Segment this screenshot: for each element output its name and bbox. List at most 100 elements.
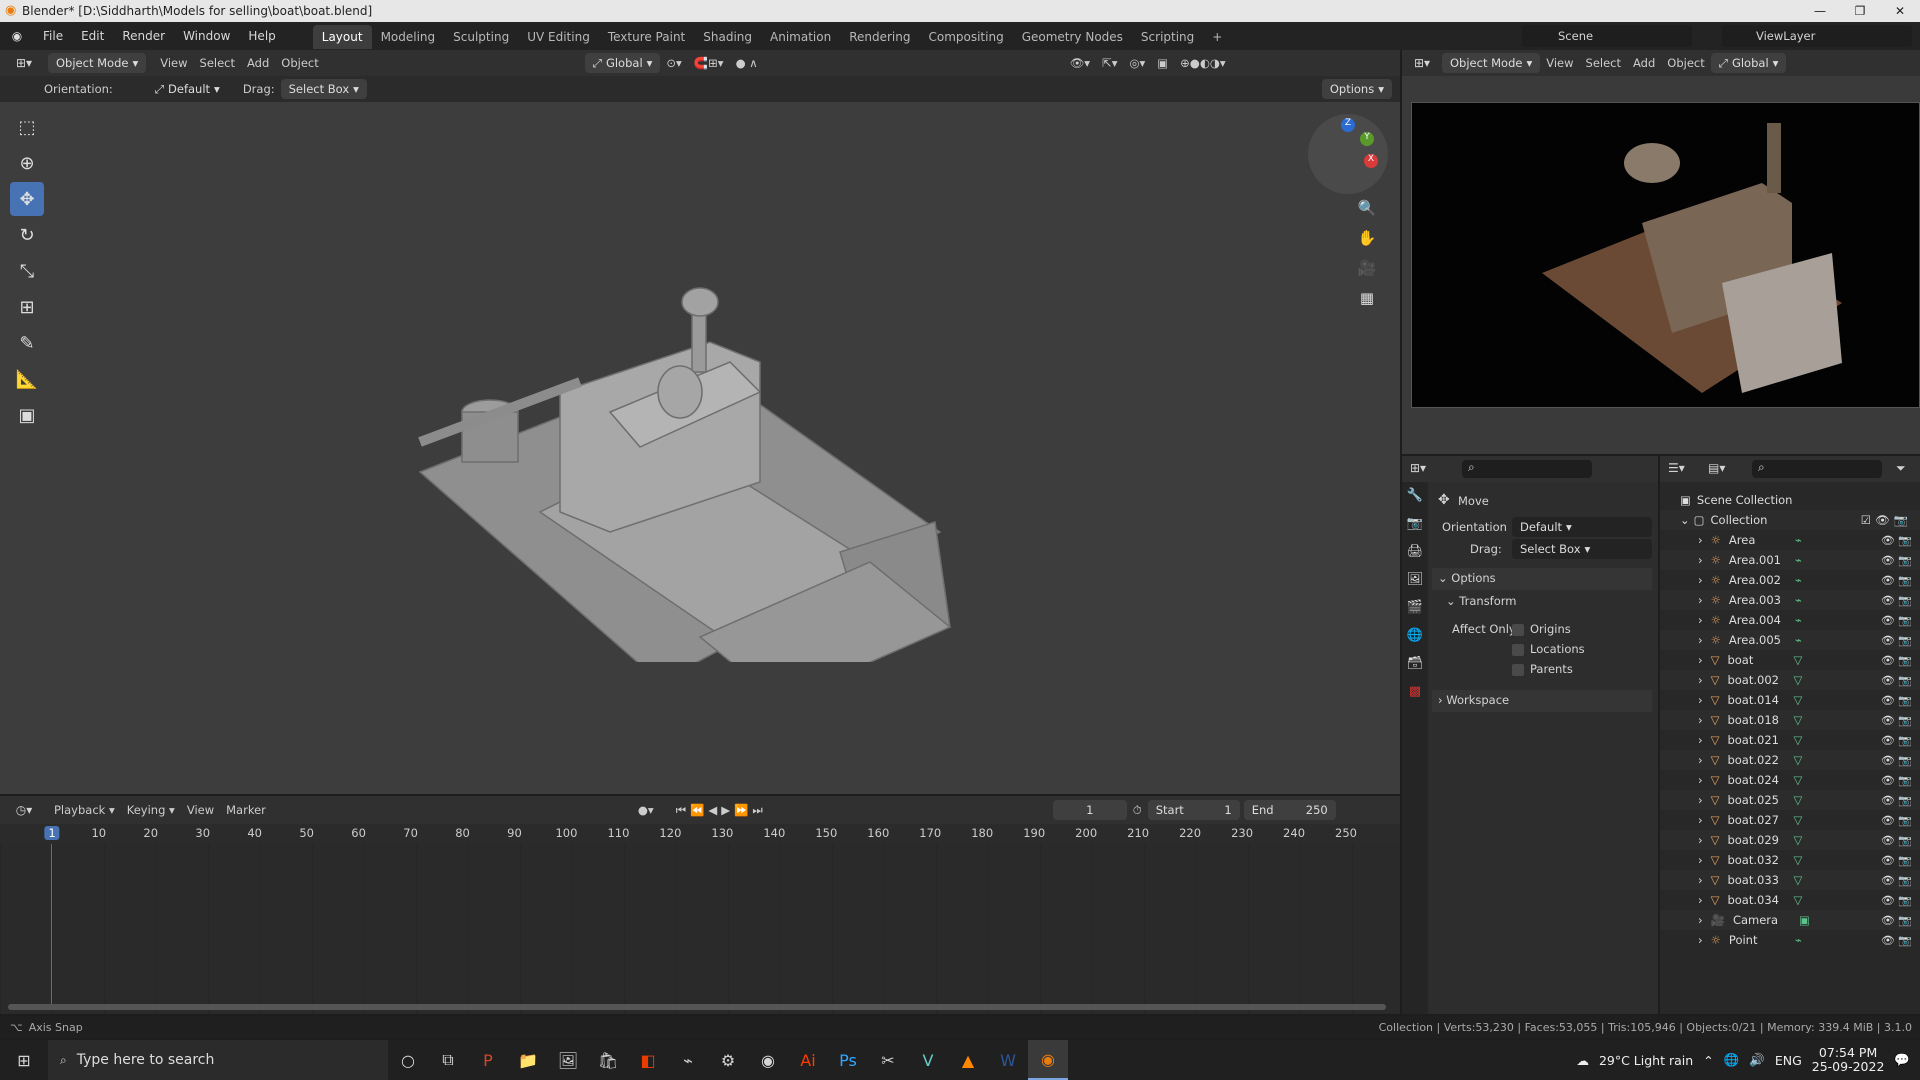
- mesh-data-icon[interactable]: ▽: [1793, 653, 1802, 667]
- outliner-item[interactable]: › ▽ boat ▽ 👁 📷: [1660, 650, 1920, 670]
- timeline-scrollbar[interactable]: [8, 1004, 1386, 1010]
- blender-taskbar-icon[interactable]: ◉: [1028, 1040, 1068, 1080]
- render-menu-add[interactable]: Add: [1627, 56, 1661, 70]
- menu-playback[interactable]: Playback ▾: [48, 803, 121, 817]
- network-icon[interactable]: 🌐: [1724, 1052, 1740, 1068]
- menu-window[interactable]: Window: [174, 22, 239, 50]
- outliner-item[interactable]: › ☼ Area.005 ⌁ 👁 📷: [1660, 630, 1920, 650]
- expand-chevron-icon[interactable]: ›: [1698, 753, 1703, 767]
- mesh-data-icon[interactable]: ▽: [1793, 713, 1802, 727]
- tab-layout[interactable]: Layout: [312, 25, 372, 49]
- playhead[interactable]: [51, 844, 52, 1004]
- close-icon[interactable]: ✕: [1880, 0, 1920, 22]
- 3d-viewport[interactable]: Z Y X 🔍 ✋ 🎥 ▦: [0, 102, 1400, 794]
- light-data-icon[interactable]: ⌁: [1795, 613, 1802, 627]
- collection-row[interactable]: ⌄ ▢ Collection ☑👁📷: [1660, 510, 1920, 530]
- menu-render[interactable]: Render: [113, 22, 174, 50]
- visibility-toggle-icons[interactable]: 👁 📷: [1881, 654, 1912, 667]
- cortana-icon[interactable]: ○: [388, 1040, 428, 1080]
- outliner-item[interactable]: › ▽ boat.021 ▽ 👁 📷: [1660, 730, 1920, 750]
- collection-tab-icon[interactable]: 🗃: [1402, 650, 1428, 678]
- start-windows-icon[interactable]: ⊞: [0, 1040, 48, 1080]
- view-layer-tab-icon[interactable]: 🖼: [1402, 566, 1428, 594]
- visibility-toggle-icons[interactable]: 👁 📷: [1881, 814, 1912, 827]
- collection-visibility-icons[interactable]: ☑👁📷: [1861, 513, 1912, 527]
- tab-scripting[interactable]: Scripting: [1132, 25, 1203, 49]
- notifications-icon[interactable]: 💬: [1894, 1052, 1910, 1068]
- visibility-toggle-icons[interactable]: 👁 📷: [1881, 834, 1912, 847]
- add-cube-icon[interactable]: ▣: [10, 398, 44, 432]
- expand-chevron-icon[interactable]: ›: [1698, 873, 1703, 887]
- tab-shading[interactable]: Shading: [694, 25, 761, 49]
- properties-search-input[interactable]: ⌕: [1462, 460, 1592, 478]
- light-data-icon[interactable]: ⌁: [1795, 573, 1802, 587]
- visibility-toggle-icons[interactable]: 👁 📷: [1881, 854, 1912, 867]
- tab-texture-paint[interactable]: Texture Paint: [599, 25, 694, 49]
- outliner-item[interactable]: › ☼ Area.001 ⌁ 👁 📷: [1660, 550, 1920, 570]
- office-icon[interactable]: ◧: [628, 1040, 668, 1080]
- outliner-item[interactable]: › ▽ boat.018 ▽ 👁 📷: [1660, 710, 1920, 730]
- add-workspace-icon[interactable]: +: [1203, 25, 1231, 49]
- visibility-toggle-icons[interactable]: 👁 📷: [1881, 634, 1912, 647]
- menu-file[interactable]: File: [34, 22, 72, 50]
- orientation-dropdown[interactable]: Default ▾: [1512, 517, 1652, 537]
- orientation-dropdown[interactable]: ⤢ Default ▾: [146, 79, 237, 99]
- weather-text[interactable]: 29°C Light rain: [1599, 1053, 1693, 1068]
- view-layer-selector[interactable]: ViewLayer: [1722, 25, 1912, 47]
- output-tab-icon[interactable]: 🖨: [1402, 538, 1428, 566]
- powerpoint-icon[interactable]: P: [468, 1040, 508, 1080]
- menu-view[interactable]: View: [154, 56, 193, 70]
- transform-orientation-selector[interactable]: ⤢ Global ▾: [584, 53, 661, 73]
- menu-timeline-view[interactable]: View: [181, 803, 220, 817]
- light-data-icon[interactable]: ⌁: [1795, 593, 1802, 607]
- expand-chevron-icon[interactable]: ›: [1698, 913, 1703, 927]
- expand-chevron-icon[interactable]: ›: [1698, 593, 1703, 607]
- outliner-item[interactable]: › ▽ boat.034 ▽ 👁 📷: [1660, 890, 1920, 910]
- expand-chevron-icon[interactable]: ›: [1698, 633, 1703, 647]
- visibility-toggle-icons[interactable]: 👁 📷: [1881, 694, 1912, 707]
- overlay-toggle-icon[interactable]: ◎▾: [1123, 56, 1151, 70]
- timeline-editor-icon[interactable]: ◷▾: [0, 803, 48, 817]
- outliner-item[interactable]: › ▽ boat.025 ▽ 👁 📷: [1660, 790, 1920, 810]
- visibility-icon[interactable]: 👁▾: [1064, 56, 1096, 70]
- photoshop-icon[interactable]: Ps: [828, 1040, 868, 1080]
- light-data-icon[interactable]: ⌁: [1795, 553, 1802, 567]
- drag-dropdown[interactable]: Select Box ▾: [1512, 539, 1652, 559]
- menu-help[interactable]: Help: [239, 22, 284, 50]
- mesh-data-icon[interactable]: ▽: [1793, 693, 1802, 707]
- scene-collection-row[interactable]: ▣ Scene Collection: [1660, 490, 1920, 510]
- transform-tool-icon[interactable]: ⊞: [10, 290, 44, 324]
- outliner-editor-icon[interactable]: ☰▾: [1668, 461, 1685, 475]
- mode-selector[interactable]: Object Mode ▾: [48, 53, 147, 73]
- photos-icon[interactable]: 🖼: [548, 1040, 588, 1080]
- render-menu-view[interactable]: View: [1540, 56, 1579, 70]
- file-explorer-icon[interactable]: 📁: [508, 1040, 548, 1080]
- light-data-icon[interactable]: ⌁: [1795, 633, 1802, 647]
- visibility-toggle-icons[interactable]: 👁 📷: [1881, 794, 1912, 807]
- mesh-data-icon[interactable]: ▽: [1793, 773, 1802, 787]
- render-mode-selector[interactable]: Object Mode ▾: [1442, 53, 1541, 73]
- app-icon-3[interactable]: ✂: [868, 1040, 908, 1080]
- tab-sculpting[interactable]: Sculpting: [444, 25, 518, 49]
- taskbar-search-box[interactable]: ⌕ Type here to search: [48, 1040, 388, 1080]
- expand-chevron-icon[interactable]: ›: [1698, 893, 1703, 907]
- scene-selector[interactable]: Scene: [1522, 25, 1692, 47]
- menu-marker[interactable]: Marker: [220, 803, 272, 817]
- menu-keying[interactable]: Keying ▾: [121, 803, 181, 817]
- expand-chevron-icon[interactable]: ›: [1698, 733, 1703, 747]
- visibility-toggle-icons[interactable]: 👁 📷: [1881, 594, 1912, 607]
- render-menu-select[interactable]: Select: [1580, 56, 1627, 70]
- outliner-item[interactable]: › ▽ boat.002 ▽ 👁 📷: [1660, 670, 1920, 690]
- pan-hand-icon[interactable]: ✋: [1353, 224, 1381, 252]
- axis-y-icon[interactable]: Y: [1360, 132, 1374, 146]
- outliner-item[interactable]: › ▽ boat.024 ▽ 👁 📷: [1660, 770, 1920, 790]
- parents-checkbox[interactable]: Parents: [1512, 662, 1573, 676]
- menu-edit[interactable]: Edit: [72, 22, 113, 50]
- language-indicator[interactable]: ENG: [1775, 1053, 1802, 1068]
- transform-subpanel[interactable]: ⌄ Transform: [1446, 594, 1517, 608]
- outliner-item[interactable]: › ☼ Area.003 ⌁ 👁 📷: [1660, 590, 1920, 610]
- options-panel-header[interactable]: ⌄ Options: [1432, 568, 1652, 590]
- texture-tab-icon[interactable]: ▩: [1402, 678, 1428, 706]
- outliner-item[interactable]: › ☼ Point ⌁ 👁 📷: [1660, 930, 1920, 950]
- current-frame-field[interactable]: 1: [1052, 800, 1127, 820]
